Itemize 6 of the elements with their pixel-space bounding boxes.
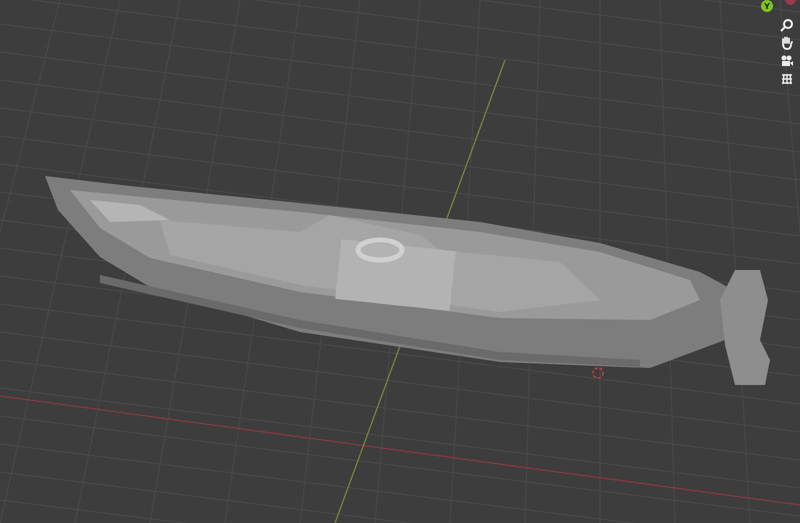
3d-cursor-icon <box>592 367 604 379</box>
zoom-icon[interactable] <box>780 18 794 32</box>
grid-icon[interactable] <box>780 72 794 86</box>
y-axis-gizmo[interactable]: Y <box>761 0 773 12</box>
hand-icon[interactable] <box>780 36 794 50</box>
camera-icon[interactable] <box>780 54 794 68</box>
